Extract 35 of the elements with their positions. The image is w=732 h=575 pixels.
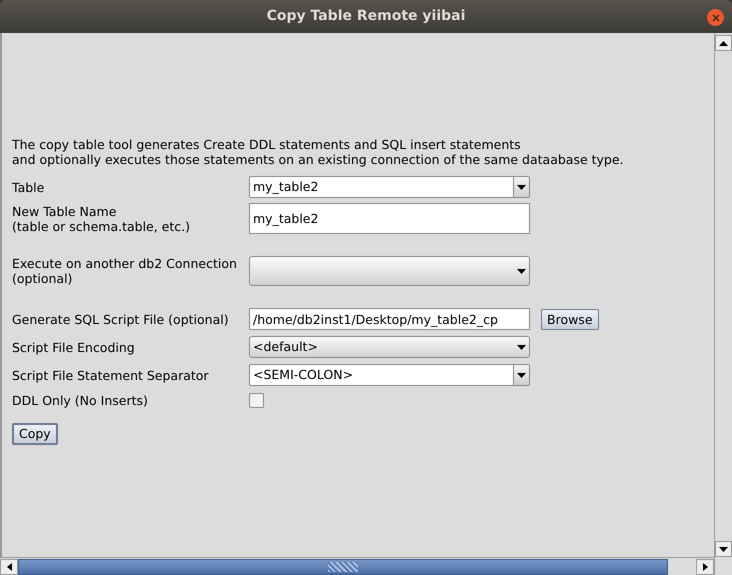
close-icon	[712, 14, 720, 22]
scroll-up-button[interactable]	[715, 35, 732, 51]
combo-box[interactable]: my_table2	[249, 176, 530, 198]
dropdown-arrow-icon	[517, 344, 526, 350]
field-label: Execute on another db2 Connection (optional)	[12, 256, 238, 286]
field-label: Table	[12, 180, 46, 194]
scroll-right-button[interactable]	[696, 558, 714, 574]
file-path-field[interactable]: /home/db2inst1/Desktop/my_table2_cp	[249, 308, 530, 330]
down-arrow-icon	[719, 546, 728, 552]
field-label: DDL Only (No Inserts)	[12, 393, 149, 408]
grip-icon	[328, 562, 358, 572]
scroll-down-button[interactable]	[715, 541, 732, 557]
combo-box[interactable]: <SEMI-COLON>	[249, 364, 530, 386]
checkbox[interactable]	[249, 393, 264, 408]
right-arrow-icon	[702, 562, 708, 570]
browse-button[interactable]: Browse	[541, 308, 599, 330]
left-arrow-icon	[6, 562, 12, 570]
dropdown-arrow-icon	[517, 184, 526, 190]
horizontal-scrollbar[interactable]	[0, 557, 714, 575]
text-field[interactable]: my_table2	[249, 203, 530, 234]
window-title: Copy Table Remote yiibai	[266, 7, 466, 26]
scroll-left-button[interactable]	[0, 558, 18, 574]
dropdown-arrow-icon	[517, 268, 526, 274]
field-label: Generate SQL Script File (optional)	[12, 312, 230, 326]
description-text: The copy table tool generates Create DDL statements and SQL insert statements and optionally executes those statements on an existing connection of the same dataabase type.	[12, 137, 624, 167]
field-label: Script File Statement Separator	[12, 368, 210, 382]
dropdown-arrow-icon	[517, 372, 526, 378]
copy-button[interactable]: Copy	[12, 423, 58, 445]
field-label: New Table Name (table or schema.table, etc.)	[12, 204, 191, 234]
close-button[interactable]	[707, 9, 724, 26]
scroll-thumb[interactable]	[18, 558, 668, 574]
dropdown[interactable]	[249, 256, 530, 286]
up-arrow-icon	[719, 40, 728, 46]
dropdown[interactable]: <default>	[249, 336, 530, 358]
field-label: Script File Encoding	[12, 340, 136, 354]
